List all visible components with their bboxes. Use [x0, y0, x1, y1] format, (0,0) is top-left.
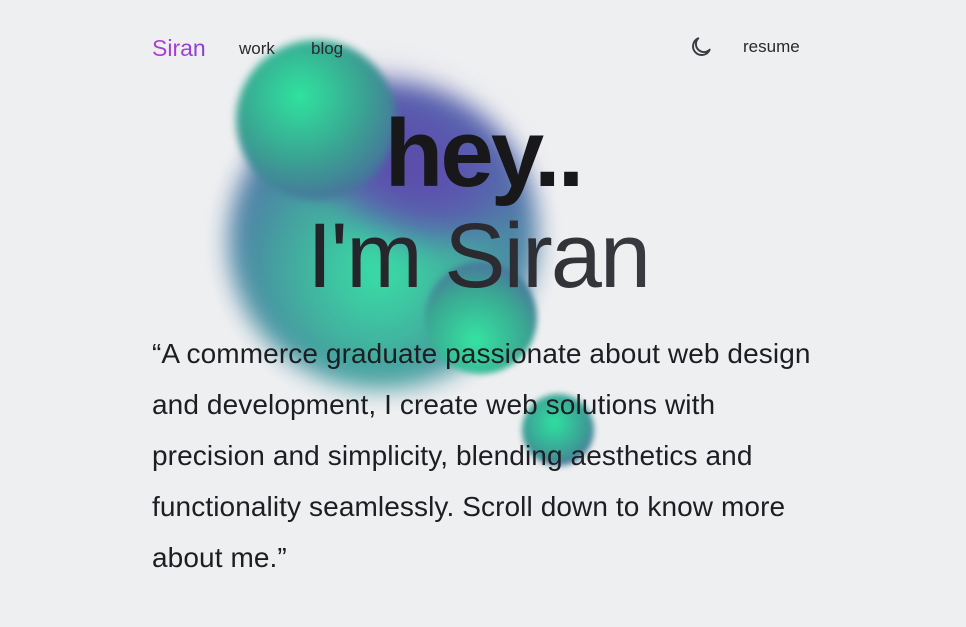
moon-icon — [692, 37, 711, 56]
nav-link-work[interactable]: work — [239, 39, 275, 59]
nav-link-blog[interactable]: blog — [311, 39, 343, 59]
hero-name: I'm Siran — [0, 210, 956, 302]
page: Siran work blog resume hey.. I'm Siran “… — [0, 0, 966, 627]
bio-paragraph: “A commerce graduate passionate about we… — [152, 338, 811, 573]
top-navigation: Siran work blog resume — [0, 0, 966, 90]
resume-link[interactable]: resume — [743, 37, 800, 57]
logo-link[interactable]: Siran — [152, 35, 206, 62]
hero-greeting: hey.. — [384, 100, 585, 207]
theme-toggle-button[interactable] — [688, 34, 714, 60]
